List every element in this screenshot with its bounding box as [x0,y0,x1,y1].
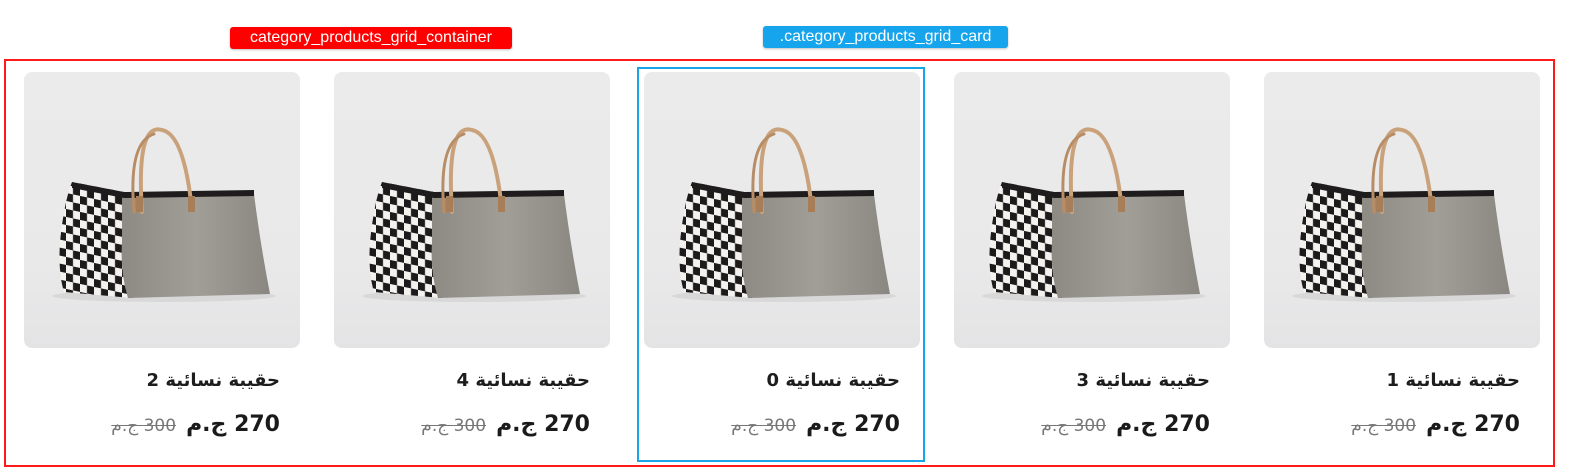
tote-bag-illustration [1292,127,1516,302]
product-old-price: 300 ج.م [1351,416,1417,436]
tote-bag-illustration [982,127,1206,302]
product-title[interactable]: حقيبة نسائية 1 [1387,370,1520,391]
page: category_products_grid_container .catego… [0,0,1571,472]
product-title[interactable]: حقيبة نسائية 2 [147,370,280,391]
product-price: 270 ج.م [1116,412,1210,437]
product-price-row: 270 ج.م 300 ج.م [1351,412,1520,437]
product-old-price: 300 ج.م [111,416,177,436]
product-card[interactable]: حقيبة نسائية 3 270 ج.م 300 ج.م [954,72,1230,452]
product-price: 270 ج.م [496,412,590,437]
product-price: 270 ج.م [186,412,280,437]
product-image[interactable] [334,72,610,348]
tote-bag-illustration [362,127,586,302]
products-grid-card-outline [637,67,925,462]
product-card[interactable]: حقيبة نسائية 4 270 ج.م 300 ج.م [334,72,610,452]
product-price-row: 270 ج.م 300 ج.م [111,412,280,437]
product-price: 270 ج.م [1426,412,1520,437]
product-card[interactable]: حقيبة نسائية 2 270 ج.م 300 ج.م [24,72,300,452]
product-title[interactable]: حقيبة نسائية 4 [457,370,590,391]
product-image[interactable] [954,72,1230,348]
product-image[interactable] [1264,72,1540,348]
product-old-price: 300 ج.م [421,416,487,436]
product-price-row: 270 ج.م 300 ج.م [1041,412,1210,437]
product-image[interactable] [24,72,300,348]
product-card[interactable]: حقيبة نسائية 1 270 ج.م 300 ج.م [1264,72,1540,452]
card-annotation-label: .category_products_grid_card [763,26,1008,48]
tote-bag-illustration [52,127,276,302]
product-old-price: 300 ج.م [1041,416,1107,436]
container-annotation-label: category_products_grid_container [230,27,512,49]
product-title[interactable]: حقيبة نسائية 3 [1077,370,1210,391]
product-price-row: 270 ج.م 300 ج.م [421,412,590,437]
